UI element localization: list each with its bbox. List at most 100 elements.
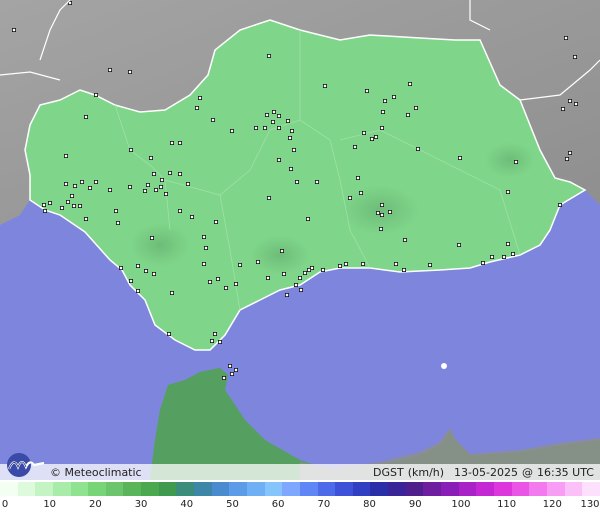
station-marker <box>407 82 412 87</box>
legend-color-step <box>370 482 389 496</box>
legend-color-step <box>423 482 442 496</box>
legend-tick-label: 80 <box>363 499 376 510</box>
legend-color-step <box>529 482 547 496</box>
legend-tick-label: 40 <box>180 499 194 510</box>
station-marker <box>153 187 158 192</box>
legend-tick-label: 90 <box>408 499 422 510</box>
station-marker <box>201 234 206 239</box>
station-marker <box>108 187 113 192</box>
station-marker <box>114 208 119 213</box>
station-marker <box>229 371 234 376</box>
station-marker <box>169 140 174 145</box>
station-marker <box>302 270 307 275</box>
station-marker <box>568 150 573 155</box>
station-marker <box>203 245 208 250</box>
station-marker <box>457 155 462 160</box>
station-marker <box>73 183 78 188</box>
station-marker <box>210 118 215 123</box>
station-marker <box>276 157 281 162</box>
legend-tick-label: 60 <box>271 499 285 510</box>
station-marker <box>197 96 202 101</box>
station-marker <box>305 216 310 221</box>
station-marker <box>456 242 461 247</box>
station-marker <box>573 55 578 60</box>
station-marker <box>151 171 156 176</box>
station-marker <box>298 287 303 292</box>
station-marker <box>72 203 77 208</box>
station-marker <box>402 237 407 242</box>
station-marker <box>369 136 374 141</box>
station-marker <box>127 70 132 75</box>
station-marker <box>209 338 214 343</box>
legend-color-step <box>458 482 477 496</box>
station-marker <box>297 275 302 280</box>
station-marker <box>177 171 182 176</box>
station-marker <box>293 282 298 287</box>
legend-color-step <box>352 482 371 496</box>
station-marker <box>189 214 194 219</box>
station-marker <box>116 220 121 225</box>
legend-color-step <box>441 482 459 496</box>
station-marker <box>574 102 579 107</box>
station-marker <box>373 134 378 139</box>
station-marker <box>314 179 319 184</box>
station-marker <box>217 339 222 344</box>
legend-color-step <box>194 482 212 496</box>
station-marker <box>142 188 147 193</box>
station-marker <box>405 113 410 118</box>
station-marker <box>80 179 85 184</box>
legend-tick-label: 70 <box>317 499 331 510</box>
legend-color-step <box>564 482 583 496</box>
legend-color-step <box>70 482 89 496</box>
station-marker <box>148 155 153 160</box>
station-marker <box>347 195 352 200</box>
station-marker <box>287 135 292 140</box>
station-marker <box>276 126 281 131</box>
legend-tick-label: 100 <box>451 499 471 510</box>
station-marker <box>266 195 271 200</box>
station-marker <box>48 200 53 205</box>
legend-tick-label: 30 <box>134 499 148 510</box>
station-marker <box>262 126 267 131</box>
station-marker <box>158 184 163 189</box>
legend-color-step <box>299 482 318 496</box>
station-marker <box>212 331 217 336</box>
legend-color-step <box>264 482 283 496</box>
variable-label: DGST <box>372 466 404 479</box>
station-marker <box>215 276 220 281</box>
station-marker <box>88 185 93 190</box>
station-marker <box>127 184 132 189</box>
legend-tick-label: 10 <box>43 499 57 510</box>
station-marker <box>227 363 232 368</box>
station-marker <box>379 212 384 217</box>
legend-color-step <box>105 482 124 496</box>
station-marker <box>364 89 369 94</box>
station-marker <box>207 279 212 284</box>
station-marker <box>379 202 384 207</box>
station-marker <box>568 99 573 104</box>
station-marker <box>306 267 311 272</box>
station-marker <box>284 292 289 297</box>
station-marker <box>380 110 385 115</box>
station-marker <box>194 106 199 111</box>
legend-tick-label: 50 <box>226 499 239 510</box>
station-marker <box>355 175 360 180</box>
station-marker <box>11 27 16 32</box>
station-marker <box>159 177 164 182</box>
station-marker <box>167 170 172 175</box>
station-marker <box>391 95 396 100</box>
station-marker <box>66 199 71 204</box>
station-marker <box>78 203 83 208</box>
legend-tick-label: 0 <box>1 499 9 510</box>
legend-color-step <box>211 482 230 496</box>
station-marker <box>94 93 99 98</box>
station-marker <box>145 182 150 187</box>
legend-color-step <box>0 482 18 496</box>
station-marker <box>352 144 357 149</box>
unit-label: (km/h) <box>407 466 445 479</box>
station-marker <box>135 288 140 293</box>
station-marker <box>413 106 418 111</box>
date-label: 13-05-2025 <box>454 466 518 479</box>
station-marker <box>382 99 387 104</box>
station-marker <box>289 128 294 133</box>
